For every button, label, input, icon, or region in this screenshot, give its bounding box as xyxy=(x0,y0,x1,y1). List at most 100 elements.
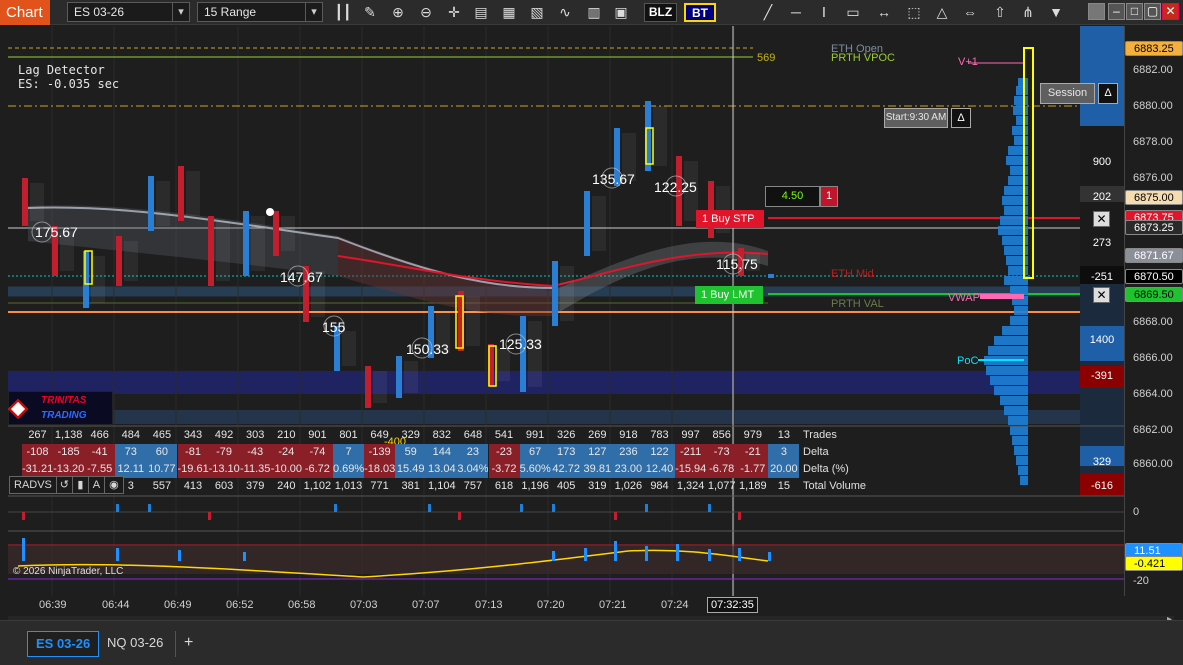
buy-stop-order[interactable]: 1 Buy STP xyxy=(696,210,764,228)
eye-icon[interactable]: ◉ xyxy=(105,477,123,493)
price-bar xyxy=(178,166,184,221)
stat-cell: 59 xyxy=(395,444,427,461)
stat-cell: 13 xyxy=(777,429,791,441)
stat-cell: 1,138 xyxy=(54,429,83,441)
radvs-button[interactable]: RADVS xyxy=(10,477,57,493)
tab-es[interactable]: ES 03-26 xyxy=(27,631,100,657)
maximize-icon[interactable]: ▢ xyxy=(1144,3,1161,20)
oscillator-bar xyxy=(676,544,679,561)
ruler-icon[interactable]: ▭ xyxy=(844,3,862,21)
stat-cell: -24 xyxy=(270,444,302,461)
bar-type-icon[interactable]: ┃┃ xyxy=(334,3,352,21)
stat-cell: 1,102 xyxy=(303,480,332,492)
stat-cell: 771 xyxy=(370,480,389,492)
panel2-value2: -0.421 xyxy=(1125,556,1183,571)
properties-icon[interactable]: ▤ xyxy=(472,3,490,21)
arrow-line-icon[interactable]: ⇔ xyxy=(961,3,979,21)
oscillator-bar xyxy=(116,548,119,561)
prth-val-label: PRTH VAL xyxy=(831,298,884,310)
price-bar xyxy=(148,176,154,231)
price-axis[interactable]: 6882.00 6880.00 6878.00 6876.00 6868.00 … xyxy=(1124,26,1183,596)
text-a-icon[interactable]: A xyxy=(89,477,105,493)
volume-profile-bar xyxy=(994,386,1028,395)
stat-cell: 1,077 xyxy=(707,480,736,492)
start-delta-button[interactable]: Δ xyxy=(951,108,971,128)
price-bar xyxy=(83,251,89,308)
volume-profile-bar xyxy=(988,346,1028,355)
trinitas-logo: TRINITAS TRADING xyxy=(8,391,113,425)
price-label: 6868.00 xyxy=(1133,316,1173,328)
price-bar xyxy=(22,178,28,226)
instrument-selector[interactable]: ES 03-26 ▾ xyxy=(67,2,190,22)
session-delta-button[interactable]: Δ xyxy=(1098,83,1118,104)
indicators-icon[interactable]: ∿ xyxy=(556,3,574,21)
cancel-limit-order-icon[interactable]: ✕ xyxy=(1093,287,1110,303)
refresh-icon[interactable]: ↺ xyxy=(57,477,73,493)
stat-cell: 1,189 xyxy=(739,480,767,492)
horizontal-line-icon[interactable]: ─ xyxy=(787,3,805,21)
volume-profile-bar xyxy=(1010,316,1028,325)
fibonacci-icon[interactable]: ⋔ xyxy=(1019,3,1037,21)
vertical-line-icon[interactable]: Ⅰ xyxy=(815,3,833,21)
stat-cell: 405 xyxy=(557,480,576,492)
delta-bar xyxy=(428,504,431,512)
triangle-icon[interactable]: △ xyxy=(933,3,951,21)
volume-profile-bar xyxy=(1012,126,1028,135)
time-axis[interactable]: 06:39 06:44 06:49 06:52 06:58 07:03 07:0… xyxy=(8,596,1124,616)
oscillator-bar xyxy=(708,549,711,561)
interval-selector[interactable]: 15 Range ▾ xyxy=(197,2,323,22)
stat-cell: 832 xyxy=(432,429,451,441)
close-icon[interactable]: ✕ xyxy=(1162,3,1179,20)
profile-label: 900 xyxy=(1092,156,1112,168)
volume-profile-bar xyxy=(1004,406,1028,415)
stat-cell: 801 xyxy=(339,429,358,441)
add-tab-button[interactable]: + xyxy=(175,631,201,657)
rectangle-icon[interactable]: ⬚ xyxy=(905,3,923,21)
templates-icon[interactable]: ▦ xyxy=(500,3,518,21)
start-time-button[interactable]: Start:9:30 AM xyxy=(884,108,948,128)
strategies-icon[interactable]: ▧ xyxy=(528,3,546,21)
tab-strip: ES 03-26 NQ 03-26 + xyxy=(0,620,1183,665)
chevron-down-icon[interactable]: ▾ xyxy=(305,3,322,21)
marker-dot xyxy=(266,208,274,216)
footprint-cell xyxy=(373,371,387,403)
radvs-toolbar: RADVS ↺ ▮ A ◉ xyxy=(9,476,124,494)
chart-panel[interactable]: Lag Detector ES: -0.035 sec ETH Open PRT… xyxy=(8,26,1124,596)
color-swatch-icon[interactable] xyxy=(1088,3,1105,20)
price-bar xyxy=(584,191,590,256)
session-button[interactable]: Session xyxy=(1040,83,1095,104)
more-tools-icon[interactable]: ▼ xyxy=(1047,3,1065,21)
price-bar xyxy=(396,356,402,398)
zoom-in-icon[interactable]: ⊕ xyxy=(389,3,407,21)
chevron-down-icon[interactable]: ▾ xyxy=(172,3,189,21)
buy-limit-order[interactable]: 1 Buy LMT xyxy=(695,286,763,304)
blz-button[interactable]: BLZ xyxy=(644,3,677,22)
line-tool-icon[interactable]: ╱ xyxy=(759,3,777,21)
footprint-cell xyxy=(496,349,510,381)
tab-nq[interactable]: NQ 03-26 xyxy=(99,631,171,657)
lock-icon[interactable]: ▮ xyxy=(73,477,89,493)
data-box-icon[interactable]: ▣ xyxy=(612,3,630,21)
delta-row: -108 -185 -41 73 60 -81 -79 -43 -24 -74 7 -139 59 144… xyxy=(8,444,800,461)
order-qty[interactable]: 1 xyxy=(820,186,838,207)
stat-cell: 3 xyxy=(768,444,800,461)
total-volume-row-label: Total Volume xyxy=(803,480,866,492)
chart-trader-icon[interactable]: ▥ xyxy=(585,3,603,21)
restore-icon[interactable]: □ xyxy=(1126,3,1143,20)
stat-cell: -21 xyxy=(737,444,769,461)
zone-band xyxy=(8,410,1124,424)
pencil-icon[interactable]: ✎ xyxy=(361,3,379,21)
crosshair-icon[interactable]: ✛ xyxy=(445,3,463,21)
arrow-up-icon[interactable]: ⇧ xyxy=(991,3,1009,21)
zoom-out-icon[interactable]: ⊖ xyxy=(417,3,435,21)
eth-mid-label: ETH Mid xyxy=(831,268,874,280)
cancel-stop-order-icon[interactable]: ✕ xyxy=(1093,211,1110,227)
ray-icon[interactable]: ↔ xyxy=(875,3,893,21)
bt-button[interactable]: BT xyxy=(684,3,716,22)
volume-profile-bar xyxy=(1002,326,1028,335)
minimize-icon[interactable]: – xyxy=(1108,3,1125,20)
delta-bar xyxy=(552,504,555,512)
stat-cell: 267 xyxy=(28,429,47,441)
stat-cell: 3.04% xyxy=(457,461,489,478)
volume-profile-bar xyxy=(1020,476,1028,485)
